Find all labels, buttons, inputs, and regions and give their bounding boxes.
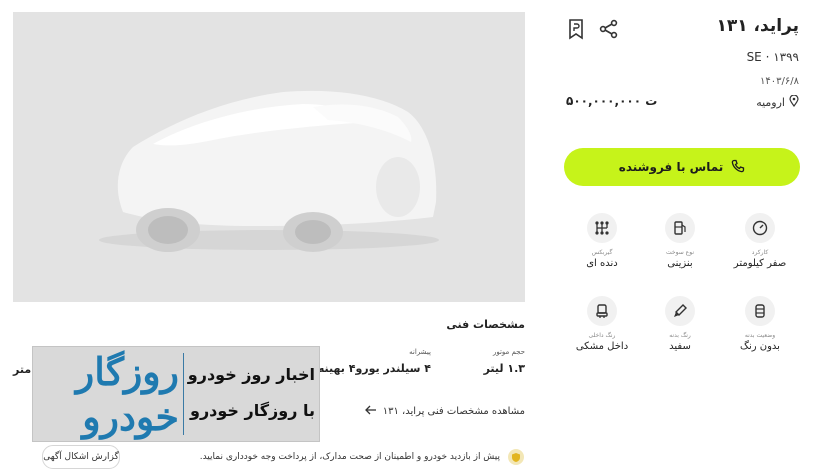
view-specs-link[interactable]: مشاهده مشخصات فنی پراید، ۱۳۱: [364, 405, 525, 418]
body-condition-icon: [745, 296, 775, 326]
feature-gearbox: گیربکس دنده ای: [562, 213, 642, 269]
speedometer-icon: [745, 213, 775, 243]
banner-logo: روزگار خودرو: [75, 349, 179, 439]
location-pin-icon: [789, 94, 799, 110]
feature-mileage: کارکرد صفر کیلومتر: [720, 213, 800, 269]
spec-powertrain-label: پیشرانه: [409, 348, 431, 356]
news-banner-ad[interactable]: روزگار خودرو اخبار روز خودرو با روزگار خ…: [32, 346, 320, 442]
feature-body-condition-value: بدون رنگ: [740, 341, 780, 352]
listing-trim-year: SE · ۱۳۹۹: [746, 50, 799, 64]
feature-interior-color-label: رنگ داخلی: [588, 332, 616, 339]
banner-divider: [183, 353, 184, 435]
contact-seller-button[interactable]: تماس با فروشنده: [564, 148, 800, 186]
listing-price: ۵۰۰,۰۰۰,۰۰۰ ت: [566, 94, 658, 108]
feature-gearbox-value: دنده ای: [586, 258, 618, 269]
spec-clipped-value: متر: [13, 363, 32, 376]
share-icon[interactable]: [598, 18, 620, 40]
feature-interior-color: رنگ داخلی داخل مشکی: [562, 296, 642, 352]
feature-body-condition: وضعیت بدنه بدون رنگ: [720, 296, 800, 352]
spec-engine-value: ۱.۳ لیتر: [483, 362, 525, 375]
feature-body-color-value: سفید: [669, 341, 691, 352]
listing-title: پراید، ۱۳۱: [716, 16, 799, 36]
safety-notice-text: پیش از بازدید خودرو و اطمینان از صحت مدا…: [199, 452, 500, 462]
banner-headline: اخبار روز خودرو: [187, 365, 315, 384]
feature-body-color: رنگ بدنه سفید: [640, 296, 720, 352]
phone-icon: [731, 159, 745, 176]
safety-notice: پیش از بازدید خودرو و اطمینان از صحت مدا…: [200, 449, 524, 465]
feature-mileage-value: صفر کیلومتر: [733, 258, 787, 269]
shield-icon: [508, 449, 524, 465]
fuel-icon: [665, 213, 695, 243]
feature-body-condition-label: وضعیت بدنه: [744, 332, 776, 339]
spec-engine-label: حجم موتور: [492, 348, 525, 356]
contact-seller-label: تماس با فروشنده: [618, 160, 724, 174]
feature-body-color-label: رنگ بدنه: [669, 332, 691, 339]
location-label: ارومیه: [756, 96, 785, 109]
feature-gearbox-label: گیربکس: [591, 249, 613, 256]
listing-date: ۱۴۰۳/۶/۸: [760, 76, 799, 87]
listing-location: ارومیه: [756, 94, 799, 110]
bookmark-icon[interactable]: [566, 18, 586, 40]
car-silhouette-icon: [99, 90, 439, 252]
report-listing-button[interactable]: گزارش اشکال آگهی: [42, 445, 120, 469]
feature-interior-color-value: داخل مشکی: [575, 341, 629, 352]
feature-fuel-label: نوع سوخت: [666, 249, 694, 256]
paint-brush-icon: [665, 296, 695, 326]
feature-fuel-value: بنزینی: [667, 258, 693, 269]
feature-fuel: نوع سوخت بنزینی: [640, 213, 720, 269]
spec-engine: حجم موتور ۱.۳ لیتر: [484, 348, 525, 375]
feature-mileage-label: کارکرد: [751, 249, 769, 256]
spec-powertrain: پیشرانه ۴ سیلندر یورو۴ بهینه ا: [310, 348, 431, 375]
specs-title: مشخصات فنی: [446, 318, 525, 331]
spec-powertrain-value: ۴ سیلندر یورو۴ بهینه ا: [310, 362, 431, 375]
arrow-left-icon: [364, 405, 377, 418]
view-specs-label: مشاهده مشخصات فنی پراید، ۱۳۱: [382, 406, 525, 417]
banner-subline: با روزگار خودرو: [190, 401, 315, 420]
car-image-placeholder[interactable]: [13, 12, 525, 302]
seat-icon: [587, 296, 617, 326]
gearbox-icon: [587, 213, 617, 243]
